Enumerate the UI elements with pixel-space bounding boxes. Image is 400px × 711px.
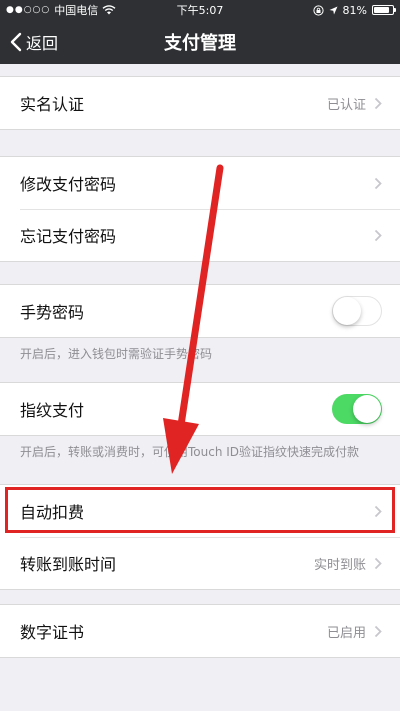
battery-fill xyxy=(374,7,389,13)
fingerprint-pay-toggle[interactable] xyxy=(332,394,382,424)
settings-list: 实名认证 已认证 修改支付密码 忘记支付密码 手势密码 开启后，进入钱包时需验证… xyxy=(0,64,400,658)
row-label: 忘记支付密码 xyxy=(20,227,117,246)
real-name-row[interactable]: 实名认证 已认证 xyxy=(0,77,400,129)
chevron-right-icon xyxy=(374,625,382,637)
forgot-password-row[interactable]: 忘记支付密码 xyxy=(0,209,400,261)
chevron-right-icon xyxy=(374,97,382,109)
row-label: 实名认证 xyxy=(20,95,85,114)
battery-percent: 81% xyxy=(342,3,367,17)
row-value: 已启用 xyxy=(326,625,366,641)
group-payments: 自动扣费 转账到账时间 实时到账 xyxy=(0,484,400,590)
transfer-time-row[interactable]: 转账到账时间 实时到账 xyxy=(0,537,400,589)
fingerprint-note: 开启后，转账或消费时，可使用Touch ID验证指纹快速完成付款 xyxy=(20,445,360,459)
navigation-bar: 返回 支付管理 xyxy=(0,20,400,64)
gesture-password-row: 手势密码 xyxy=(0,285,400,337)
location-arrow-icon xyxy=(329,6,338,14)
row-label: 修改支付密码 xyxy=(20,175,117,194)
group-identity: 实名认证 已认证 xyxy=(0,76,400,130)
chevron-right-icon xyxy=(374,177,382,189)
digital-certificate-row[interactable]: 数字证书 已启用 xyxy=(0,605,400,657)
group-password: 修改支付密码 忘记支付密码 xyxy=(0,156,400,262)
chevron-right-icon xyxy=(374,557,382,569)
wifi-icon xyxy=(102,5,116,15)
change-password-row[interactable]: 修改支付密码 xyxy=(0,157,400,209)
chevron-left-icon xyxy=(10,32,22,52)
fingerprint-pay-row: 指纹支付 xyxy=(0,383,400,435)
signal-strength: ●●○○○ xyxy=(6,5,51,15)
row-label: 自动扣费 xyxy=(20,503,85,522)
page-title: 支付管理 xyxy=(164,33,236,54)
battery-icon xyxy=(372,5,396,15)
chevron-right-icon xyxy=(374,505,382,517)
orientation-lock-icon xyxy=(312,4,324,16)
row-label: 指纹支付 xyxy=(20,401,85,420)
status-bar: ●●○○○ 中国电信 下午5:07 81% xyxy=(0,0,400,20)
row-value: 已认证 xyxy=(326,97,366,113)
auto-deduct-row[interactable]: 自动扣费 xyxy=(0,485,400,537)
group-certificate: 数字证书 已启用 xyxy=(0,604,400,658)
group-fingerprint: 指纹支付 xyxy=(0,382,400,436)
row-label: 手势密码 xyxy=(20,303,85,322)
row-value: 实时到账 xyxy=(313,557,366,573)
row-label: 转账到账时间 xyxy=(20,555,117,574)
gesture-password-toggle[interactable] xyxy=(332,296,382,326)
gesture-note: 开启后，进入钱包时需验证手势密码 xyxy=(20,347,213,361)
chevron-right-icon xyxy=(374,229,382,241)
carrier-name: 中国电信 xyxy=(54,4,99,17)
row-label: 数字证书 xyxy=(20,623,85,642)
back-button[interactable]: 返回 xyxy=(10,20,58,64)
group-gesture: 手势密码 xyxy=(0,284,400,338)
back-label: 返回 xyxy=(26,34,59,53)
